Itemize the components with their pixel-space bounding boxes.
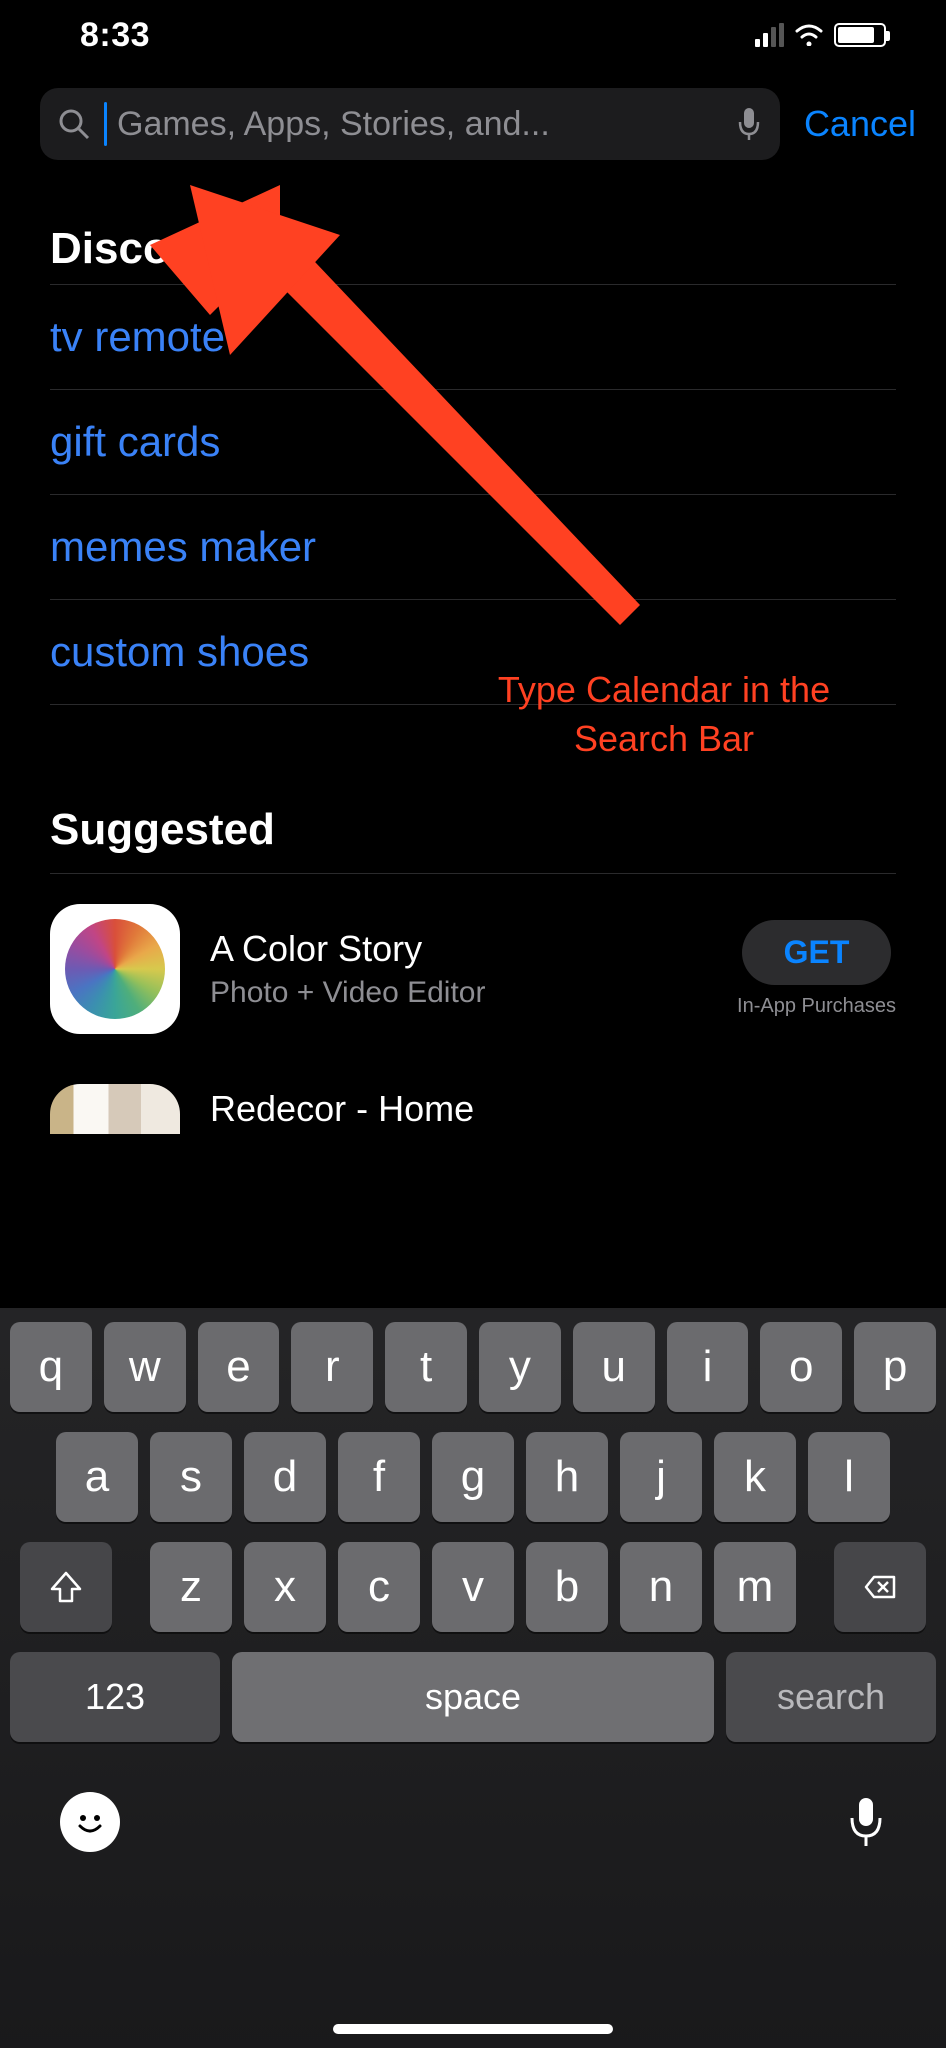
keyboard-bottom <box>0 1762 946 1852</box>
keyboard-row-2: a s d f g h j k l <box>0 1432 946 1522</box>
app-name: Redecor - Home <box>210 1088 896 1130</box>
search-row: Games, Apps, Stories, and... Cancel <box>0 70 946 184</box>
emoji-button[interactable] <box>60 1792 120 1852</box>
app-info: A Color Story Photo + Video Editor <box>210 928 707 1010</box>
cancel-button[interactable]: Cancel <box>804 103 926 145</box>
key-o[interactable]: o <box>760 1322 842 1412</box>
app-icon <box>50 904 180 1034</box>
keyboard: q w e r t y u i o p a s d f g h j k l z … <box>0 1308 946 2048</box>
status-bar: 8:33 <box>0 0 946 70</box>
app-name: A Color Story <box>210 928 707 970</box>
get-button[interactable]: GET <box>742 920 892 985</box>
discover-list: tv remote gift cards memes maker custom … <box>50 284 896 705</box>
discover-item[interactable]: tv remote <box>50 284 896 389</box>
key-b[interactable]: b <box>526 1542 608 1632</box>
key-y[interactable]: y <box>479 1322 561 1412</box>
wifi-icon <box>794 24 824 46</box>
key-u[interactable]: u <box>573 1322 655 1412</box>
key-r[interactable]: r <box>291 1322 373 1412</box>
key-s[interactable]: s <box>150 1432 232 1522</box>
search-icon <box>58 108 90 140</box>
keyboard-row-4: 123 space search <box>0 1652 946 1742</box>
home-indicator[interactable] <box>333 2024 613 2034</box>
key-m[interactable]: m <box>714 1542 796 1632</box>
key-l[interactable]: l <box>808 1432 890 1522</box>
key-a[interactable]: a <box>56 1432 138 1522</box>
battery-icon <box>834 23 886 47</box>
discover-item[interactable]: memes maker <box>50 494 896 599</box>
suggested-app-row[interactable]: Redecor - Home <box>50 1044 896 1144</box>
status-icons <box>755 23 886 47</box>
iap-label: In-App Purchases <box>737 995 896 1018</box>
key-shift[interactable] <box>20 1542 112 1632</box>
dictation-icon[interactable] <box>736 106 762 142</box>
status-time: 8:33 <box>80 16 150 55</box>
key-q[interactable]: q <box>10 1322 92 1412</box>
key-d[interactable]: d <box>244 1432 326 1522</box>
color-wheel-icon <box>65 919 165 1019</box>
discover-item[interactable]: gift cards <box>50 389 896 494</box>
key-w[interactable]: w <box>104 1322 186 1412</box>
keyboard-row-3: z x c v b n m <box>0 1542 946 1632</box>
key-space[interactable]: space <box>232 1652 714 1742</box>
key-g[interactable]: g <box>432 1432 514 1522</box>
app-icon <box>50 1084 180 1134</box>
key-n[interactable]: n <box>620 1542 702 1632</box>
key-j[interactable]: j <box>620 1432 702 1522</box>
content: Discover tv remote gift cards memes make… <box>0 184 946 1144</box>
key-i[interactable]: i <box>667 1322 749 1412</box>
cellular-signal-icon <box>755 23 784 47</box>
keyboard-row-1: q w e r t y u i o p <box>0 1322 946 1412</box>
key-e[interactable]: e <box>198 1322 280 1412</box>
key-backspace[interactable] <box>834 1542 926 1632</box>
key-p[interactable]: p <box>854 1322 936 1412</box>
suggested-app-row[interactable]: A Color Story Photo + Video Editor GET I… <box>50 874 896 1044</box>
key-t[interactable]: t <box>385 1322 467 1412</box>
key-search[interactable]: search <box>726 1652 936 1742</box>
text-cursor <box>104 102 107 146</box>
keyboard-dictation-icon[interactable] <box>846 1796 886 1848</box>
suggested-title: Suggested <box>50 805 896 855</box>
app-action: GET In-App Purchases <box>737 920 896 1018</box>
app-subtitle: Photo + Video Editor <box>210 976 707 1010</box>
key-f[interactable]: f <box>338 1432 420 1522</box>
annotation-text: Type Calendar in the Search Bar <box>484 666 844 763</box>
key-c[interactable]: c <box>338 1542 420 1632</box>
key-h[interactable]: h <box>526 1432 608 1522</box>
app-info: Redecor - Home <box>210 1088 896 1130</box>
key-z[interactable]: z <box>150 1542 232 1632</box>
key-x[interactable]: x <box>244 1542 326 1632</box>
key-numeric[interactable]: 123 <box>10 1652 220 1742</box>
key-v[interactable]: v <box>432 1542 514 1632</box>
suggested-section: Suggested A Color Story Photo + Video Ed… <box>50 805 896 1144</box>
search-input[interactable]: Games, Apps, Stories, and... <box>40 88 780 160</box>
key-k[interactable]: k <box>714 1432 796 1522</box>
discover-title: Discover <box>50 224 896 274</box>
search-placeholder: Games, Apps, Stories, and... <box>117 105 722 144</box>
